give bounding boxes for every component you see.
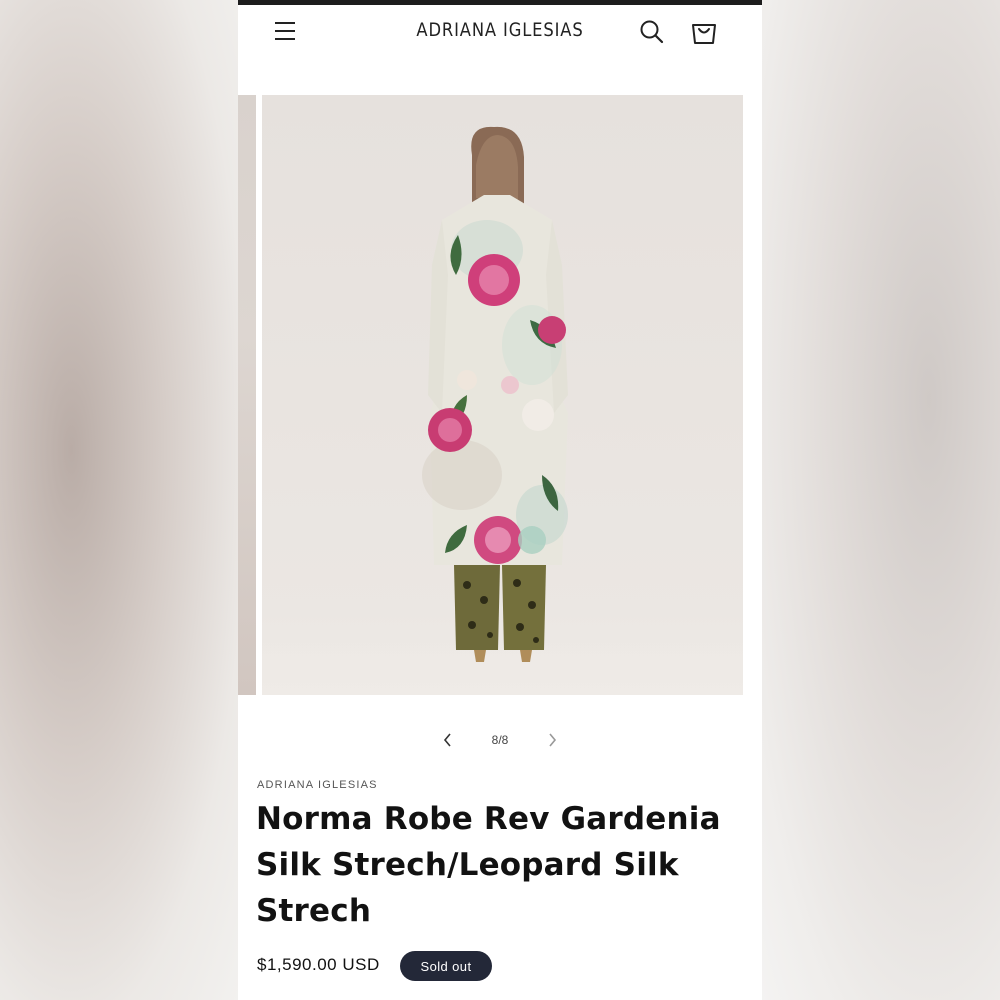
- product-title: Norma Robe Rev Gardenia Silk Strech/Leop…: [256, 801, 721, 929]
- product-gallery[interactable]: [238, 95, 762, 695]
- product-image[interactable]: [262, 95, 743, 695]
- cart-icon[interactable]: [689, 17, 719, 47]
- model-illustration: [422, 126, 568, 662]
- previous-slide-peek[interactable]: [238, 95, 256, 695]
- gallery-navigation: 8/8: [238, 726, 762, 756]
- search-icon[interactable]: [638, 18, 666, 46]
- blurred-background-left: [0, 0, 238, 1000]
- site-header: ADRIANA IGLESIAS: [238, 5, 762, 60]
- product-page: ADRIANA IGLESIAS 8/8 ADRIANA IGLESIAS No…: [238, 0, 762, 1000]
- product-vendor: ADRIANA IGLESIAS: [257, 779, 378, 791]
- blurred-background-right: [762, 0, 1000, 1000]
- slide-counter: 8/8: [491, 733, 509, 747]
- menu-icon[interactable]: [272, 19, 298, 43]
- chevron-right-icon[interactable]: [542, 730, 562, 750]
- brand-logo[interactable]: ADRIANA IGLESIAS: [404, 19, 597, 41]
- sold-out-badge: Sold out: [400, 951, 492, 981]
- product-price: $1,590.00 USD: [257, 955, 380, 974]
- chevron-left-icon[interactable]: [438, 730, 458, 750]
